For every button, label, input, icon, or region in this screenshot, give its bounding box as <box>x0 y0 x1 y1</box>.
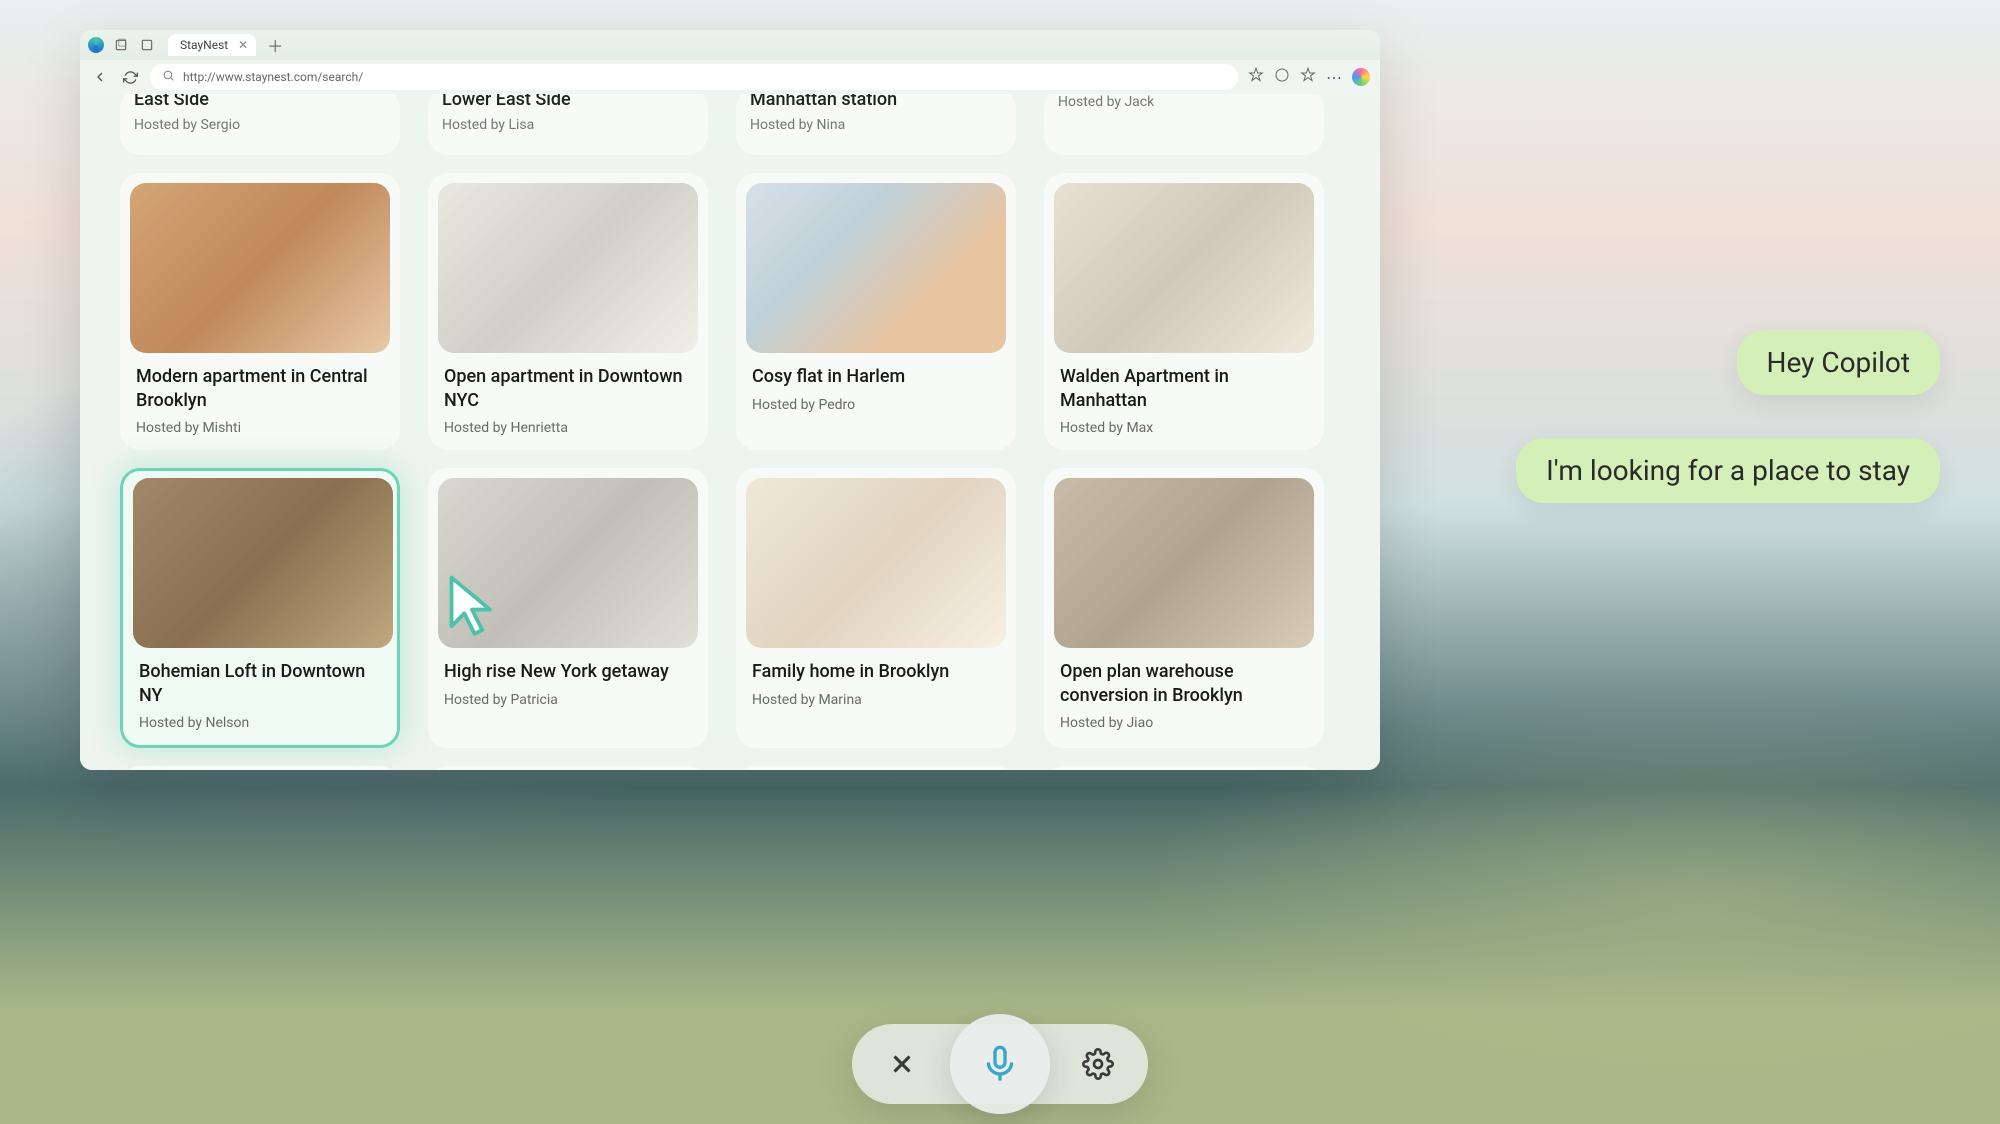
listing-card[interactable]: Walden Apartment in ManhattanHosted by M… <box>1044 173 1324 450</box>
url-text: http://www.staynest.com/search/ <box>183 70 363 84</box>
toolbar-right: ⋯ <box>1248 67 1370 87</box>
gear-icon <box>1082 1048 1114 1080</box>
close-button[interactable] <box>882 1044 922 1084</box>
more-menu-icon[interactable]: ⋯ <box>1326 68 1342 87</box>
listing-title: High rise New York getaway <box>428 660 708 683</box>
listing-title: Manhattan station <box>736 94 1016 111</box>
listing-title: Open plan warehouse conversion in Brookl… <box>1044 660 1324 707</box>
copilot-icon[interactable] <box>1352 68 1370 86</box>
listing-host: Hosted by Mishti <box>120 412 400 436</box>
bubble-text: I'm looking for a place to stay <box>1546 454 1910 487</box>
listing-host: Hosted by Jack <box>1044 94 1324 118</box>
browser-tab[interactable]: StayNest ✕ <box>168 34 256 56</box>
listing-image <box>746 183 1006 353</box>
listing-title: Lower East Side <box>428 94 708 111</box>
listing-host: Hosted by Sergio <box>120 111 400 141</box>
listing-card[interactable]: Lower East Side Hosted by Lisa <box>428 94 708 155</box>
listing-card[interactable]: Modern apartment in Central BrooklynHost… <box>120 173 400 450</box>
listing-host: Hosted by Jiao <box>1044 707 1324 731</box>
listing-image <box>1054 183 1314 353</box>
workspaces-icon[interactable] <box>112 36 130 54</box>
listing-card[interactable]: East Side Hosted by Sergio <box>120 94 400 155</box>
browser-window: StayNest ✕ ＋ http://www.staynest.com/sea… <box>80 30 1380 770</box>
copilot-speech-bubble: I'm looking for a place to stay <box>1516 438 1940 503</box>
listing-image <box>1054 478 1314 648</box>
copilot-speech-bubble: Hey Copilot <box>1737 330 1941 395</box>
listing-card[interactable] <box>736 766 1016 770</box>
listing-card[interactable]: Family home in BrooklynHosted by Marina <box>736 468 1016 748</box>
voice-control-dock <box>852 1024 1148 1104</box>
listing-host: Hosted by Nelson <box>123 707 397 731</box>
dock-pill-left <box>852 1024 1148 1104</box>
microphone-button[interactable] <box>950 1014 1050 1114</box>
listing-image <box>438 183 698 353</box>
listing-card[interactable]: Open apartment in Downtown NYCHosted by … <box>428 173 708 450</box>
listing-card[interactable]: Hosted by Jack <box>1044 94 1324 155</box>
listing-card[interactable]: Manhattan station Hosted by Nina <box>736 94 1016 155</box>
star-outline-icon[interactable] <box>1248 67 1264 87</box>
page-content: East Side Hosted by Sergio Lower East Si… <box>80 94 1380 770</box>
close-icon <box>887 1049 917 1079</box>
edge-browser-icon <box>88 37 104 53</box>
listings-row: Bohemian Loft in Downtown NYHosted by Ne… <box>120 468 1340 748</box>
listing-image <box>130 183 390 353</box>
listing-host: Hosted by Pedro <box>736 389 1016 413</box>
listing-card[interactable]: Bohemian Loft in Downtown NYHosted by Ne… <box>120 468 400 748</box>
listing-host: Hosted by Patricia <box>428 684 708 708</box>
tab-actions-icon[interactable] <box>138 36 156 54</box>
listing-card[interactable]: Open plan warehouse conversion in Brookl… <box>1044 468 1324 748</box>
listings-row: Modern apartment in Central BrooklynHost… <box>120 173 1340 450</box>
close-tab-icon[interactable]: ✕ <box>238 38 248 52</box>
listing-title: Cosy flat in Harlem <box>736 365 1016 388</box>
browser-toolbar: http://www.staynest.com/search/ ⋯ <box>80 60 1380 94</box>
tab-title: StayNest <box>180 38 228 52</box>
listing-title: Modern apartment in Central Brooklyn <box>120 365 400 412</box>
listing-host: Hosted by Max <box>1044 412 1324 436</box>
listing-title: Family home in Brooklyn <box>736 660 1016 683</box>
listing-card[interactable]: High rise New York getawayHosted by Patr… <box>428 468 708 748</box>
listing-card[interactable] <box>428 766 708 770</box>
listings-row-peeking <box>120 766 1340 770</box>
listings-row-partial: East Side Hosted by Sergio Lower East Si… <box>120 94 1340 155</box>
bubble-text: Hey Copilot <box>1767 346 1911 379</box>
browser-titlebar: StayNest ✕ ＋ <box>80 30 1380 60</box>
listing-title: Bohemian Loft in Downtown NY <box>123 660 397 707</box>
address-bar[interactable]: http://www.staynest.com/search/ <box>150 64 1238 90</box>
search-icon <box>162 69 175 85</box>
extensions-icon[interactable] <box>1274 67 1290 87</box>
listing-image <box>746 478 1006 648</box>
listing-image <box>133 478 393 648</box>
favorites-icon[interactable] <box>1300 67 1316 87</box>
listing-title: Walden Apartment in Manhattan <box>1044 365 1324 412</box>
listing-card[interactable]: Cosy flat in HarlemHosted by Pedro <box>736 173 1016 450</box>
listing-host: Hosted by Henrietta <box>428 412 708 436</box>
refresh-button[interactable] <box>120 67 140 87</box>
listing-host: Hosted by Nina <box>736 111 1016 141</box>
listing-card[interactable] <box>120 766 400 770</box>
listing-card[interactable] <box>1044 766 1324 770</box>
listing-title: Open apartment in Downtown NYC <box>428 365 708 412</box>
settings-button[interactable] <box>1078 1044 1118 1084</box>
listing-host: Hosted by Lisa <box>428 111 708 141</box>
back-button[interactable] <box>90 67 110 87</box>
listing-host: Hosted by Marina <box>736 684 1016 708</box>
microphone-icon <box>980 1044 1020 1084</box>
listing-title: East Side <box>120 94 400 111</box>
listing-image <box>438 478 698 648</box>
new-tab-button[interactable]: ＋ <box>264 34 286 56</box>
